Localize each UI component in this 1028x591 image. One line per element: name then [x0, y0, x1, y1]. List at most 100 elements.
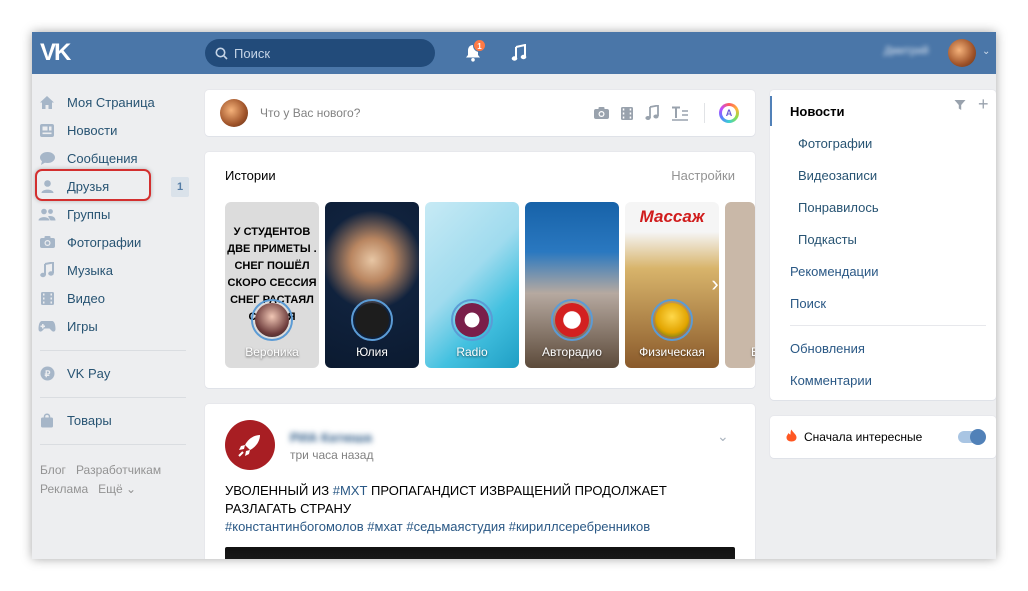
search-icon [215, 47, 228, 60]
top-bar: VK 1 Дмитрий ⌄ [32, 32, 996, 74]
stories-title: Истории [225, 168, 276, 183]
sidebar-item-label: Новости [67, 122, 118, 138]
music-button[interactable] [508, 42, 530, 64]
news-filter-panel: Новости + Фотографии Видеозаписи Понрави… [770, 90, 996, 400]
sidebar-item-vkpay[interactable]: ₽ VK Pay [38, 359, 188, 387]
chevron-down-icon[interactable]: ⌄ [717, 428, 729, 445]
filter-label: Рекомендации [790, 263, 879, 279]
sidebar-item-messages[interactable]: Сообщения [38, 144, 188, 172]
story-card[interactable]: Юлия [325, 202, 419, 368]
attach-music-button[interactable] [642, 103, 662, 123]
sidebar-item-video[interactable]: Видео [38, 284, 188, 312]
fire-icon [786, 429, 797, 445]
compose-post-box[interactable]: Что у Вас нового? A [205, 90, 755, 136]
filter-photos[interactable]: Фотографии [770, 128, 996, 158]
post-hashtags[interactable]: #константинбогомолов #мхат #седьмаястуди… [225, 519, 650, 534]
footer-link-ads[interactable]: Реклама [40, 482, 88, 496]
news-icon [38, 121, 56, 139]
sidebar-item-label: Фотографии [67, 234, 142, 250]
post-hashtag-link[interactable]: #МХТ [333, 483, 368, 498]
vk-logo[interactable]: VK [40, 40, 74, 66]
article-button[interactable] [670, 103, 690, 123]
footer-link-more[interactable]: Ещё ⌄ [98, 482, 136, 496]
filter-podcasts[interactable]: Подкасты [770, 224, 996, 254]
sidebar-item-label: Игры [67, 318, 98, 334]
user-avatar[interactable] [948, 39, 976, 67]
search-box[interactable] [205, 39, 435, 67]
post-text: УВОЛЕННЫЙ ИЗ #МХТ ПРОПАГАНДИСТ ИЗВРАЩЕНИ… [225, 482, 740, 518]
stories-block: Истории Настройки У СТУДЕНТОВ ДВЕ ПРИМЕТ… [205, 152, 755, 388]
story-name: Radio [456, 345, 488, 359]
filter-tools: + [954, 95, 989, 114]
stories-settings-link[interactable]: Настройки [671, 168, 735, 183]
story-card[interactable]: Авторадио [525, 202, 619, 368]
video-icon [38, 289, 56, 307]
footer-link-developers[interactable]: Разработчикам [76, 463, 161, 477]
story-card[interactable]: Radio [425, 202, 519, 368]
filter-label: Комментарии [790, 372, 872, 388]
video-icon [621, 106, 633, 120]
vk-window: VK 1 Дмитрий ⌄ Моя Страница Новости Сооб… [32, 32, 996, 559]
post-author-avatar[interactable] [225, 420, 275, 470]
sidebar-item-label: Группы [67, 206, 111, 222]
story-name: Авторадио [542, 345, 602, 359]
home-icon [38, 93, 56, 111]
plus-icon[interactable]: + [978, 95, 989, 114]
panel-divider [790, 325, 986, 326]
groups-icon [38, 205, 56, 223]
chevron-down-icon: ⌄ [126, 482, 137, 496]
story-card[interactable]: У СТУДЕНТОВ ДВЕ ПРИМЕТЫ . СНЕГ ПОШЁЛ СКО… [225, 202, 319, 368]
post-time[interactable]: три часа назад [290, 448, 373, 462]
filter-comments[interactable]: Комментарии [770, 365, 996, 395]
attach-video-button[interactable] [617, 103, 637, 123]
sidebar-item-my-page[interactable]: Моя Страница [38, 88, 188, 116]
post-text-part: УВОЛЕННЫЙ ИЗ [225, 483, 333, 498]
footer-link-more-label: Ещё [98, 482, 123, 496]
notifications-button[interactable]: 1 [462, 39, 486, 64]
story-card[interactable]: Е [725, 202, 755, 368]
story-name: Юлия [356, 345, 388, 359]
sidebar-item-label: Сообщения [67, 150, 138, 166]
sidebar-item-games[interactable]: Игры [38, 312, 188, 340]
filter-icon[interactable] [954, 98, 966, 114]
footer-link-blog[interactable]: Блог [40, 463, 66, 477]
music-note-icon [511, 44, 527, 61]
story-avatar [351, 299, 393, 341]
post-background-button[interactable]: A [719, 103, 739, 123]
post-author-name[interactable]: РИА Катюша [290, 430, 372, 445]
filter-recommendations[interactable]: Рекомендации [770, 256, 996, 286]
camera-icon [38, 233, 56, 251]
filter-label: Понравилось [798, 199, 879, 215]
sidebar-item-goods[interactable]: Товары [38, 406, 188, 434]
interesting-first-toggle[interactable] [958, 429, 986, 445]
sidebar-item-groups[interactable]: Группы [38, 200, 188, 228]
friends-highlight-frame [35, 169, 151, 201]
compose-divider [704, 103, 705, 123]
chevron-right-icon[interactable]: › [703, 271, 727, 296]
filter-videos[interactable]: Видеозаписи [770, 160, 996, 190]
filter-label: Подкасты [798, 231, 857, 247]
story-avatar [651, 299, 693, 341]
post-image[interactable] [225, 547, 735, 559]
sidebar-divider [40, 350, 186, 351]
attach-photo-button[interactable] [591, 103, 611, 123]
sidebar-item-photos[interactable]: Фотографии [38, 228, 188, 256]
filter-search[interactable]: Поиск [770, 288, 996, 318]
sidebar-item-label: Музыка [67, 262, 113, 278]
filter-updates[interactable]: Обновления [770, 333, 996, 363]
sidebar-item-news[interactable]: Новости [38, 116, 188, 144]
friends-count-badge: 1 [171, 177, 189, 197]
sidebar-item-music[interactable]: Музыка [38, 256, 188, 284]
messages-icon [38, 149, 56, 167]
filter-label: Поиск [790, 295, 827, 311]
compose-placeholder[interactable]: Что у Вас нового? [260, 106, 360, 120]
camera-icon [593, 107, 609, 119]
search-input[interactable] [234, 45, 424, 61]
shopping-bag-icon [38, 411, 56, 429]
chevron-down-icon[interactable]: ⌄ [982, 46, 990, 57]
filter-liked[interactable]: Понравилось [770, 192, 996, 222]
user-name[interactable]: Дмитрий [884, 45, 940, 59]
story-text: Массаж [639, 207, 705, 226]
rocket-icon [238, 435, 260, 457]
filter-label: Новости [790, 103, 845, 119]
